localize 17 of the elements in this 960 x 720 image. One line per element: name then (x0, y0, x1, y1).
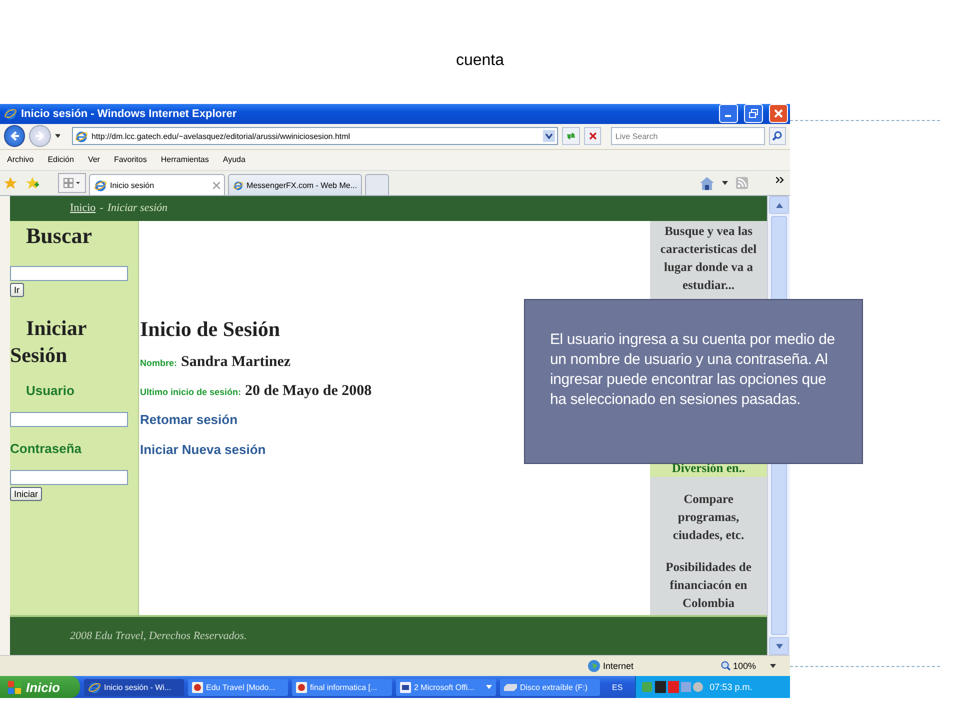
breadcrumb-current: Iniciar sesión (107, 202, 168, 214)
field-value: 20 de Mayo de 2008 (245, 382, 372, 400)
zone-label: Internet (603, 661, 634, 672)
callout-tooltip: El usuario ingresa a su cuenta por medio de un nombre de usuario y una contraseña. Al ingresar puede encontrar las opciones que ha seleccionado en sesiones pasadas. (524, 299, 863, 464)
window-title: Inicio sesión - Windows Internet Explorer (21, 108, 238, 120)
field-value: Sandra Martinez (181, 354, 291, 371)
clock: 07:53 p.m. (710, 682, 752, 692)
search-heading: Buscar (26, 222, 92, 249)
breadcrumb-separator: - (100, 202, 104, 214)
footer-text: 2008 Edu Travel, Derechos Reservados. (70, 630, 247, 642)
slide-title: cuenta (456, 52, 504, 70)
login-heading: Iniciar Sesión (10, 314, 88, 369)
field-label: Nombre: (140, 358, 178, 368)
field-label: Ultimo inicio de sesión: (140, 386, 242, 397)
password-label: Contraseña (10, 440, 82, 456)
page-heading: Inicio de Sesión (140, 316, 280, 342)
username-label: Usuario (26, 382, 74, 398)
